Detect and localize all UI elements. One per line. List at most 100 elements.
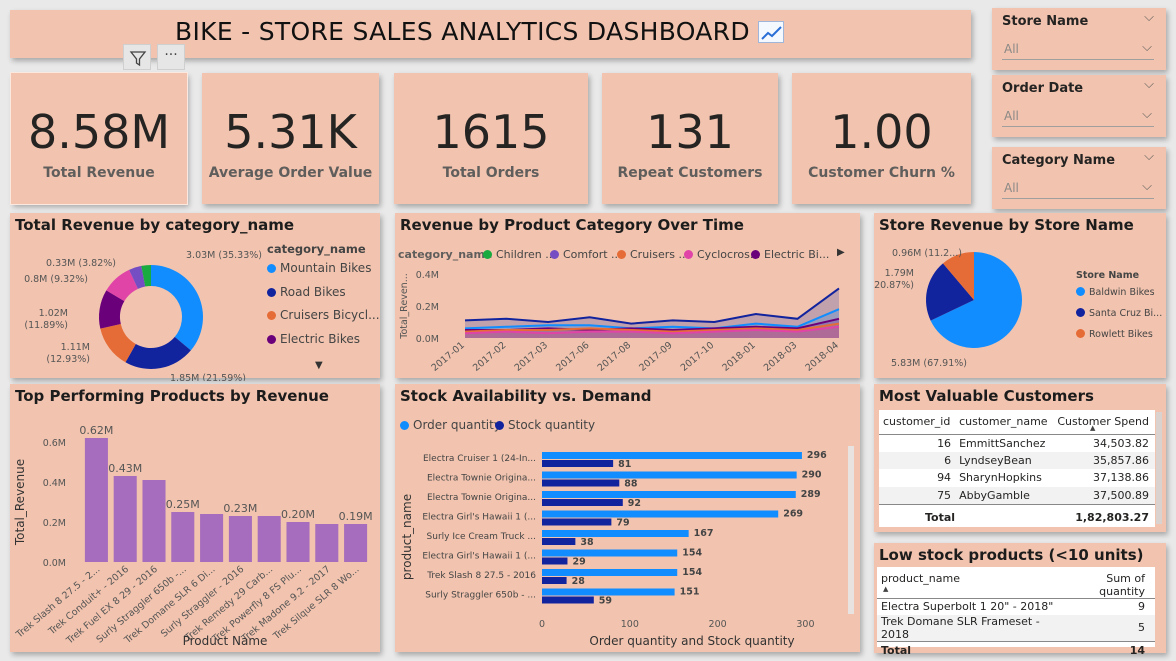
data-label: (12.93%) — [46, 354, 90, 365]
bar — [315, 524, 339, 562]
slicer-title: Store Name — [1002, 14, 1089, 29]
column-header[interactable]: customer_id — [879, 410, 955, 434]
slicer-dropdown[interactable]: All ⌵ — [1002, 105, 1154, 127]
kpi-value: 1615 — [432, 105, 550, 159]
kpi-customer-churn[interactable]: 1.00 Customer Churn % — [792, 73, 971, 204]
bar-order-quantity — [542, 588, 675, 596]
bar-stock-quantity — [542, 460, 614, 467]
x-tick-label: 2018-04 — [803, 340, 840, 374]
slicer-store-name[interactable]: Store Name ⌵ All ⌵ — [992, 8, 1166, 70]
kpi-label: Repeat Customers — [617, 165, 763, 181]
column-header[interactable]: Sum of quantity — [1061, 567, 1155, 599]
scrollbar[interactable] — [1156, 412, 1162, 524]
legend-item[interactable]: Cruisers ... — [617, 248, 689, 261]
stock-bar-chart[interactable]: product_name Electra Cruiser 1 (24-In... 2… — [395, 422, 860, 652]
bar-order-quantity — [542, 510, 779, 518]
table-row[interactable]: 6 LyndseyBean 35,857.86 — [879, 451, 1155, 469]
data-label: 0.8M (9.32%) — [24, 274, 88, 285]
kpi-total-orders[interactable]: 1615 Total Orders — [394, 73, 588, 204]
data-label: 29 — [572, 557, 585, 568]
top-products-panel[interactable]: Top Performing Products by Revenue 0.0M 0… — [10, 384, 380, 652]
chevron-down-icon[interactable]: ⌵ — [1144, 10, 1154, 25]
slicer-dropdown[interactable]: All ⌵ — [1002, 177, 1154, 199]
table-row[interactable]: Trek Domane SLR Frameset - 2018 5 — [877, 614, 1155, 641]
chevron-down-icon: ⌵ — [1142, 179, 1152, 194]
store-pie-panel[interactable]: Store Revenue by Store Name 5.83M (67.91… — [874, 213, 1166, 378]
panel-title: Revenue by Product Category Over Time — [400, 216, 744, 234]
slicer-value: All — [1004, 109, 1019, 123]
data-label: 5.83M (67.91%) — [891, 358, 967, 369]
donut-chart[interactable]: 3.03M (35.33%) 1.85M (21.59%) 1.11M(12.93%… — [10, 231, 270, 381]
bar-order-quantity — [542, 569, 678, 576]
y-axis-label: product_name — [400, 494, 414, 580]
legend-swatch — [617, 250, 626, 259]
data-label: 296 — [807, 450, 827, 461]
low-stock-panel[interactable]: Low stock products (<10 units) product_n… — [874, 543, 1166, 657]
slicer-dropdown[interactable]: All ⌵ — [1002, 38, 1154, 60]
valuable-customers-panel[interactable]: Most Valuable Customers customer_id cust… — [874, 384, 1166, 532]
table-cell: 35,857.86 — [1093, 453, 1149, 467]
slicer-order-date[interactable]: Order Date ⌵ All ⌵ — [992, 75, 1166, 137]
column-header[interactable]: product_name — [877, 567, 1061, 599]
legend-item[interactable]: Santa Cruz Bi... — [1076, 308, 1162, 319]
chevron-down-icon[interactable]: ⌵ — [1144, 77, 1154, 92]
data-label: 0.33M (3.82%) — [46, 258, 116, 269]
filter-icon[interactable] — [123, 44, 151, 70]
kpi-label: Total Orders — [442, 165, 540, 181]
legend-item[interactable]: Comfort ... — [550, 248, 622, 261]
slicer-category-name[interactable]: Category Name ⌵ All ⌵ — [992, 147, 1166, 209]
data-label: 1.79M — [885, 268, 914, 279]
donut-chart-panel[interactable]: Total Revenue by category_name 3.03M (35… — [10, 213, 380, 381]
chevron-down-icon[interactable]: ⌵ — [1144, 149, 1154, 164]
legend-scroll-down-icon[interactable]: ▼ — [315, 360, 323, 371]
legend-item[interactable]: Electric Bikes — [267, 332, 360, 346]
legend-swatch — [483, 250, 492, 259]
y-tick-label: Surly Straggler 650b - ... — [425, 591, 536, 601]
table-row[interactable]: Electra Superbolt 1 20" - 2018" 9 — [877, 599, 1155, 615]
legend-item[interactable]: Cyclocros... — [684, 248, 760, 261]
legend-item[interactable]: Mountain Bikes — [267, 261, 371, 275]
legend-item[interactable]: Electric Bi... — [751, 248, 829, 261]
data-label: 0.23M — [223, 502, 257, 515]
column-header[interactable]: customer_name — [955, 410, 1052, 434]
line-chart-panel[interactable]: Revenue by Product Category Over Time ca… — [395, 213, 860, 378]
y-tick-label: Electra Girl's Hawaii 1 (... — [422, 513, 536, 523]
legend-item[interactable]: Cruisers Bicycl... — [267, 308, 380, 322]
data-label: 0.43M — [108, 462, 142, 475]
store-pie-chart[interactable]: 5.83M (67.91%) 1.79M(20.87%) 0.96M (11.2..… — [874, 238, 1074, 378]
legend-item[interactable]: Rowlett Bikes — [1076, 329, 1153, 340]
customers-table: customer_id customer_name Customer Spend… — [879, 410, 1155, 530]
sort-arrow-icon: ▲ — [1090, 424, 1096, 432]
low-stock-table: product_name Sum of quantity Electra Sup… — [877, 567, 1155, 659]
legend-swatch — [267, 264, 276, 273]
more-options-icon[interactable]: ··· — [157, 44, 185, 70]
legend-item[interactable]: Order quantity — [400, 418, 501, 432]
table-row[interactable]: 94 SharynHopkins 37,138.86 — [879, 469, 1155, 487]
table-cell: 5 — [1138, 621, 1145, 634]
legend-item[interactable]: Road Bikes — [267, 285, 346, 299]
kpi-average-order-value[interactable]: 5.31K Average Order Value — [202, 73, 379, 204]
legend-item[interactable]: Stock quantity — [495, 418, 595, 432]
legend-next-icon[interactable]: ▶ — [837, 247, 845, 258]
kpi-total-revenue[interactable]: 8.58M Total Revenue — [10, 72, 188, 205]
x-tick-label: 2017-03 — [513, 340, 550, 374]
table-row[interactable]: 16 EmmittSanchez 34,503.82 — [879, 434, 1155, 452]
column-header[interactable]: Customer Spend — [1052, 410, 1155, 434]
scrollbar[interactable] — [848, 446, 854, 614]
y-tick-label: 0.2M — [43, 518, 66, 529]
stock-demand-panel[interactable]: Stock Availability vs. Demand product_na… — [395, 384, 860, 652]
product-bar-chart[interactable]: 0.0M0.2M0.4M0.6MTotal_Revenue0.62MTrek S… — [10, 402, 380, 652]
bar — [228, 516, 252, 562]
legend-item[interactable]: Children ... — [483, 248, 556, 261]
legend-item[interactable]: Baldwin Bikes — [1076, 287, 1155, 298]
data-label: 154 — [682, 548, 702, 559]
table-cell: Trek Domane SLR Frameset - 2018 — [881, 614, 1040, 641]
kpi-label: Average Order Value — [208, 165, 373, 181]
kpi-value: 1.00 — [830, 105, 933, 159]
bar-stock-quantity — [542, 596, 594, 604]
legend-swatch — [400, 421, 409, 430]
table-row[interactable]: 75 AbbyGamble 37,500.89 — [879, 486, 1155, 504]
bar-order-quantity — [542, 452, 802, 459]
kpi-repeat-customers[interactable]: 131 Repeat Customers — [602, 73, 778, 204]
area-chart[interactable]: 0.0M0.2M0.4MTotal_Reven...2017-01 2017-02… — [395, 261, 860, 381]
